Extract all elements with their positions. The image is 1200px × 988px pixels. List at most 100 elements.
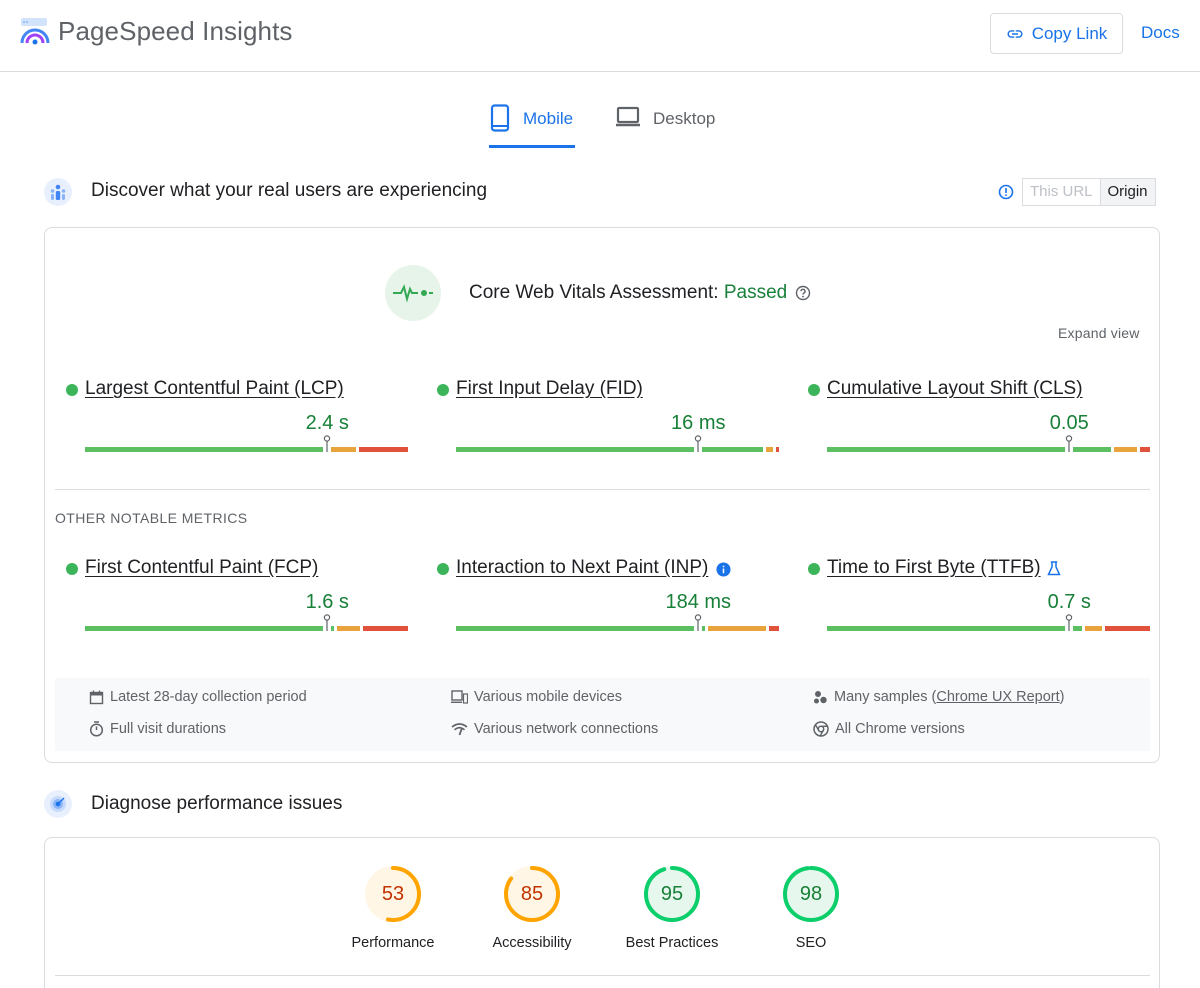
metric-card: First Contentful Paint (FCP) 1.6 s — [66, 557, 408, 637]
score-gauge[interactable]: 98 SEO — [751, 865, 871, 951]
distribution-segment-needs-improvement — [336, 626, 360, 631]
metric-name-link[interactable]: First Contentful Paint (FCP) — [85, 557, 318, 579]
metric-card: Cumulative Layout Shift (CLS) 0.05 — [808, 378, 1150, 458]
metric-card: Time to First Byte (TTFB) 0.7 s — [808, 557, 1150, 637]
help-icon[interactable] — [795, 285, 811, 301]
flask-icon[interactable] — [1047, 561, 1061, 576]
versions-info: All Chrome versions — [813, 721, 965, 737]
metric-name-link[interactable]: Time to First Byte (TTFB) — [827, 557, 1041, 579]
metric-status-dot — [808, 563, 820, 575]
tab-mobile-label: Mobile — [523, 109, 574, 128]
durations-info: Full visit durations — [89, 721, 226, 737]
metric-distribution-bar — [827, 614, 1150, 631]
metric-name-link[interactable]: Cumulative Layout Shift (CLS) — [827, 378, 1083, 400]
info-icon[interactable] — [716, 562, 731, 577]
distribution-segment-needs-improvement — [1114, 447, 1138, 452]
distribution-segment-poor — [775, 447, 779, 452]
metric-distribution-bar — [456, 614, 779, 631]
metric-distribution-bar — [85, 614, 408, 631]
link-icon — [1007, 29, 1023, 38]
metric-card: First Input Delay (FID) 16 ms — [437, 378, 779, 458]
network-info: Various network connections — [451, 721, 658, 737]
phone-icon — [490, 104, 510, 132]
distribution-segment-poor — [359, 447, 408, 452]
distribution-segment-good — [456, 447, 763, 452]
devices-info: Various mobile devices — [451, 689, 622, 705]
score-label: Performance — [351, 935, 435, 951]
field-data-title: Discover what your real users are experi… — [91, 180, 488, 201]
distribution-segment-good — [827, 626, 1083, 631]
score-value: 98 — [799, 883, 823, 905]
p75-marker-icon — [323, 614, 332, 631]
p75-marker-icon — [694, 614, 703, 631]
versions-text: All Chrome versions — [835, 721, 965, 737]
expand-view-link[interactable]: Expand view — [1058, 325, 1140, 341]
metric-name-link[interactable]: Interaction to Next Paint (INP) — [456, 557, 708, 579]
metric-status-dot — [66, 384, 78, 396]
metric-card: Largest Contentful Paint (LCP) 2.4 s — [66, 378, 408, 458]
metric-status-dot — [437, 384, 449, 396]
metric-name-link[interactable]: First Input Delay (FID) — [456, 378, 643, 400]
samples-info: Many samples (Chrome UX Report) — [813, 689, 1064, 705]
brand-title[interactable]: PageSpeed Insights — [58, 16, 293, 47]
this-url-button[interactable]: This URL — [1022, 178, 1101, 206]
score-label: Accessibility — [492, 935, 572, 951]
tab-mobile[interactable]: Mobile — [489, 104, 575, 148]
metric-status-dot — [808, 384, 820, 396]
p75-marker-icon — [323, 435, 332, 452]
score-label: SEO — [795, 935, 827, 951]
url-origin-toggle: This URL Origin — [1022, 178, 1156, 206]
distribution-segment-needs-improvement — [330, 447, 357, 452]
collection-period-info: Latest 28-day collection period — [89, 689, 307, 705]
devices-text: Various mobile devices — [474, 689, 623, 705]
samples-suffix: ) — [1059, 689, 1065, 705]
metric-distribution-bar — [827, 435, 1150, 452]
distribution-segment-needs-improvement — [707, 626, 767, 631]
calendar-icon — [89, 690, 104, 704]
metric-name-link[interactable]: Largest Contentful Paint (LCP) — [85, 378, 344, 400]
metric-value: 16 ms — [671, 412, 726, 434]
tab-desktop-label: Desktop — [653, 109, 716, 128]
users-icon — [44, 178, 72, 206]
metric-distribution-bar — [456, 435, 779, 452]
cwv-assessment-label: Core Web Vitals Assessment: — [469, 282, 724, 303]
docs-link[interactable]: Docs — [1141, 23, 1180, 43]
metric-value: 1.6 s — [305, 591, 349, 613]
score-ring: 53 — [364, 865, 422, 923]
metric-status-dot — [437, 563, 449, 575]
samples-icon — [814, 690, 827, 703]
metric-value: 184 ms — [665, 591, 732, 613]
cwv-assessment-result: Passed — [723, 282, 788, 303]
distribution-segment-needs-improvement — [1085, 626, 1102, 631]
distribution-segment-poor — [1140, 447, 1150, 452]
laptop-icon — [616, 106, 640, 127]
psi-logo-icon[interactable] — [20, 17, 50, 47]
distribution-segment-good — [85, 626, 334, 631]
distribution-segment-poor — [362, 626, 408, 631]
chrome-icon — [813, 721, 829, 737]
distribution-segment-poor — [769, 626, 779, 631]
stopwatch-icon — [89, 721, 104, 737]
chrome-ux-report-link[interactable]: Chrome UX Report — [936, 689, 1059, 705]
tab-desktop[interactable]: Desktop — [615, 104, 715, 148]
network-text: Various network connections — [474, 721, 659, 737]
origin-button[interactable]: Origin — [1100, 178, 1156, 206]
score-value: 85 — [520, 883, 544, 905]
p75-marker-icon — [694, 435, 703, 452]
score-gauge[interactable]: 85 Accessibility — [472, 865, 592, 951]
metric-value: 2.4 s — [305, 412, 349, 434]
score-value: 95 — [660, 883, 684, 905]
distribution-segment-good — [85, 447, 328, 452]
score-gauge[interactable]: 53 Performance — [333, 865, 453, 951]
metric-distribution-bar — [85, 435, 408, 452]
info-icon[interactable] — [998, 184, 1014, 200]
score-gauge[interactable]: 95 Best Practices — [612, 865, 732, 951]
distribution-segment-poor — [1104, 626, 1150, 631]
collection-period-text: Latest 28-day collection period — [110, 689, 307, 705]
lab-data-title: Diagnose performance issues — [91, 793, 343, 814]
devices-icon — [451, 690, 468, 704]
copy-link-button[interactable]: Copy Link — [990, 13, 1123, 54]
vitals-pulse-icon — [385, 265, 441, 321]
copy-link-label: Copy Link — [1031, 23, 1108, 43]
metric-status-dot — [66, 563, 78, 575]
